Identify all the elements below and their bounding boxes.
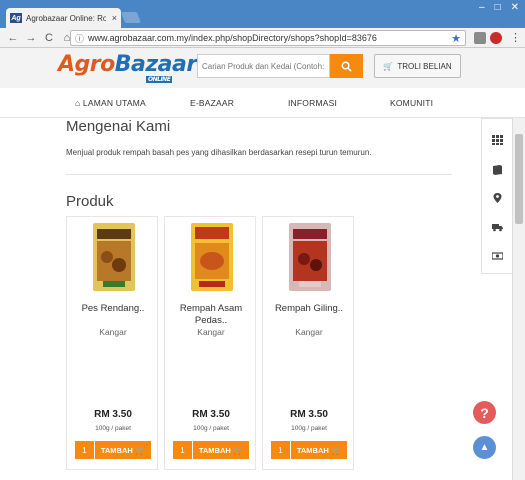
new-tab-button[interactable] <box>120 12 142 23</box>
page-scrollbar[interactable] <box>512 118 525 480</box>
add-to-cart-button[interactable]: TAMBAH 🛒 <box>193 441 249 459</box>
extension-icon[interactable] <box>474 32 486 44</box>
product-image[interactable] <box>93 223 135 291</box>
search-icon <box>341 61 352 72</box>
nav-item-ebazaar[interactable]: E-BAZAAR <box>190 98 234 108</box>
add-to-cart-button[interactable]: TAMBAH 🛒 <box>95 441 151 459</box>
maximize-icon[interactable]: □ <box>495 2 501 13</box>
product-name[interactable]: Rempah Giling.. <box>267 303 351 315</box>
cart-button[interactable]: 🛒 TROLI BELIAN <box>374 54 461 78</box>
add-label: TAMBAH <box>198 445 231 455</box>
reload-icon[interactable]: C <box>42 32 56 44</box>
product-location: Kangar <box>295 327 323 337</box>
cart-icon: 🛒 <box>135 445 146 455</box>
truck-icon[interactable] <box>492 222 503 232</box>
quantity-button[interactable]: 1 <box>271 441 291 459</box>
minimize-icon[interactable]: – <box>479 2 485 13</box>
cart-label: TROLI BELIAN <box>397 61 452 71</box>
browser-toolbar: ← → C ⌂ ⓘ www.agrobazaar.com.my/index.ph… <box>0 28 525 48</box>
product-card[interactable]: Rempah Asam Pedas.. Kangar RM 3.50 100g … <box>164 216 256 470</box>
main-nav: ⌂ LAMAN UTAMA E-BAZAAR INFORMASI KOMUNIT… <box>0 88 525 118</box>
product-card[interactable]: Pes Rendang.. Kangar RM 3.50 100g / pake… <box>66 216 158 470</box>
grid-icon[interactable] <box>492 135 503 145</box>
close-window-icon[interactable]: ✕ <box>511 2 519 13</box>
product-unit: 100g / paket <box>291 425 327 432</box>
nav-item-info[interactable]: INFORMASI <box>288 98 337 108</box>
bookmark-star-icon[interactable]: ★ <box>451 32 461 45</box>
nav-item-community[interactable]: KOMUNITI <box>390 98 433 108</box>
product-image[interactable] <box>289 223 331 291</box>
close-tab-icon[interactable]: × <box>112 13 117 23</box>
about-text: Menjual produk rempah basah pes yang dih… <box>66 148 372 157</box>
products-title: Produk <box>66 193 114 210</box>
product-price: RM 3.50 <box>290 409 328 420</box>
browser-menu-icon[interactable]: ⋮ <box>510 31 521 44</box>
product-name[interactable]: Rempah Asam Pedas.. <box>169 303 253 327</box>
site-logo[interactable]: AgroBazaar ONLINE <box>58 52 197 83</box>
forward-icon[interactable]: → <box>24 32 38 44</box>
quantity-button[interactable]: 1 <box>75 441 95 459</box>
browser-titlebar: Ag Agrobazaar Online: Rom × – □ ✕ <box>0 0 525 28</box>
location-pin-icon[interactable] <box>492 193 503 203</box>
search-input[interactable] <box>197 54 330 78</box>
product-unit: 100g / paket <box>95 425 131 432</box>
main-content: Mengenai Kami Menjual produk rempah basa… <box>0 118 512 480</box>
extension-badge-icon[interactable] <box>490 32 502 44</box>
browser-tab[interactable]: Ag Agrobazaar Online: Rom × <box>6 8 121 28</box>
product-card[interactable]: Rempah Giling.. Kangar RM 3.50 100g / pa… <box>262 216 354 470</box>
quantity-button[interactable]: 1 <box>173 441 193 459</box>
site-info-icon[interactable]: ⓘ <box>75 32 84 45</box>
product-location: Kangar <box>99 327 127 337</box>
product-location: Kangar <box>197 327 225 337</box>
cart-icon: 🛒 <box>233 445 244 455</box>
search-button[interactable] <box>330 54 363 78</box>
about-title: Mengenai Kami <box>66 118 171 135</box>
nav-item-home[interactable]: ⌂ LAMAN UTAMA <box>75 98 146 108</box>
window-controls: – □ ✕ <box>479 2 519 13</box>
money-icon[interactable] <box>491 251 504 261</box>
divider <box>66 174 452 175</box>
logo-agro: Agro <box>58 52 115 77</box>
tab-title: Agrobazaar Online: Rom <box>26 13 106 23</box>
product-name[interactable]: Pes Rendang.. <box>71 303 155 315</box>
help-button[interactable]: ? <box>473 401 496 424</box>
cart-icon: 🛒 <box>331 445 342 455</box>
logo-online: ONLINE <box>146 76 173 83</box>
product-price: RM 3.50 <box>94 409 132 420</box>
product-unit: 100g / paket <box>193 425 229 432</box>
add-to-cart-button[interactable]: TAMBAH 🛒 <box>291 441 347 459</box>
address-bar[interactable]: ⓘ www.agrobazaar.com.my/index.php/shopDi… <box>70 30 466 46</box>
back-icon[interactable]: ← <box>6 32 20 44</box>
product-price: RM 3.50 <box>192 409 230 420</box>
scroll-thumb[interactable] <box>515 134 523 224</box>
side-panel <box>481 118 512 274</box>
url-text[interactable]: www.agrobazaar.com.my/index.php/shopDire… <box>88 33 377 43</box>
book-icon[interactable] <box>492 165 503 175</box>
add-label: TAMBAH <box>100 445 133 455</box>
scroll-top-button[interactable]: ▲ <box>473 436 496 459</box>
product-image[interactable] <box>191 223 233 291</box>
cart-icon: 🛒 <box>383 61 394 71</box>
site-favicon-icon: Ag <box>10 13 22 23</box>
logo-bazaar: Bazaar <box>114 52 197 77</box>
add-label: TAMBAH <box>296 445 329 455</box>
